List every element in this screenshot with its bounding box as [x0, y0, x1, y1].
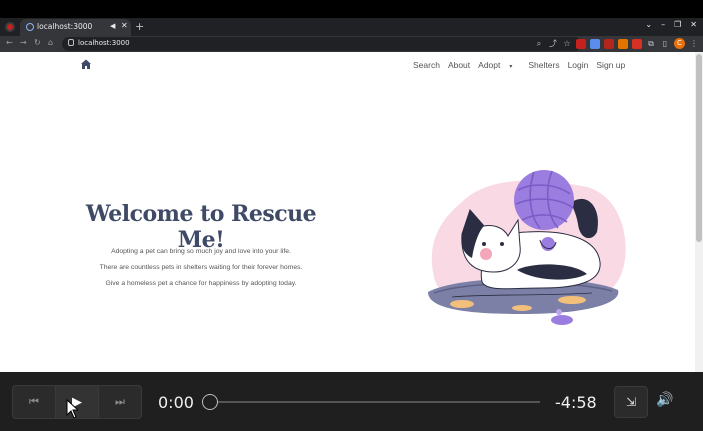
browser-tab-bar: localhost:3000 ◀ ✕ + ⌄ – ❐ ✕ [0, 18, 703, 36]
new-tab-button[interactable]: + [135, 20, 144, 33]
close-window-icon[interactable]: ✕ [690, 20, 697, 29]
site-nav: Search About Adopt ▾ Shelters Login Sign … [413, 60, 633, 70]
globe-icon [26, 23, 34, 31]
hero-line-1: Adopting a pet can bring so much joy and… [111, 248, 291, 255]
forward-icon[interactable]: → [20, 38, 27, 47]
minimize-icon[interactable]: – [661, 20, 665, 29]
browser-toolbar: ← → ↻ ⌂ localhost:3000 ⌕ ⤴ ☆ ⧉ ▯ C ⋮ [0, 36, 703, 52]
address-bar[interactable]: localhost:3000 [62, 37, 582, 51]
skip-back-icon[interactable]: ⏮ [13, 386, 56, 418]
web-page: Search About Adopt ▾ Shelters Login Sign … [0, 52, 703, 372]
reload-icon[interactable]: ↻ [34, 38, 41, 47]
remaining-time: -4:58 [555, 393, 597, 412]
profile-avatar[interactable]: C [674, 38, 685, 49]
nav-dropdown-adopt[interactable]: Adopt ▾ [478, 60, 520, 70]
extension-pocket-icon[interactable] [604, 38, 614, 49]
sidebar-icon[interactable]: ▯ [660, 39, 670, 49]
extension-red-icon[interactable] [576, 38, 586, 49]
seek-handle[interactable] [202, 394, 218, 410]
nav-link-signup[interactable]: Sign up [596, 60, 625, 70]
current-time: 0:00 [158, 393, 194, 412]
cat-with-yarn-illustration [428, 170, 626, 325]
window-controls: ⌄ – ❐ ✕ [645, 20, 697, 29]
extensions-row: ⌕ ⤴ ☆ ⧉ ▯ C ⋮ [534, 38, 699, 49]
skip-forward-icon[interactable]: ⏭ [99, 386, 141, 418]
volume-icon[interactable]: 🔊 [656, 392, 673, 408]
extensions-puzzle-icon[interactable]: ⧉ [646, 39, 656, 49]
zoom-icon[interactable]: ⌕ [534, 39, 544, 49]
seek-bar[interactable] [210, 401, 540, 403]
tab-audio-icon[interactable]: ◀ [110, 22, 115, 30]
picture-in-picture-icon[interactable]: ⇲ [614, 386, 648, 418]
mouse-cursor-icon [66, 399, 78, 419]
hero-line-3: Give a homeless pet a chance for happine… [105, 280, 297, 287]
browser-menu-icon[interactable] [5, 22, 15, 32]
share-icon[interactable]: ⤴ [548, 39, 558, 49]
browser-menu-kebab-icon[interactable]: ⋮ [689, 39, 699, 49]
tab-search-icon[interactable]: ⌄ [645, 20, 652, 29]
back-icon[interactable]: ← [6, 38, 13, 47]
extension-orange-icon[interactable] [618, 38, 628, 49]
nav-link-login[interactable]: Login [568, 60, 589, 70]
nav-link-shelters[interactable]: Shelters [528, 60, 559, 70]
hero-line-2: There are countless pets in shelters wai… [99, 264, 303, 271]
url-text: localhost:3000 [78, 39, 130, 47]
top-black-bar [0, 0, 703, 18]
home-icon[interactable] [80, 58, 92, 70]
nav-link-search[interactable]: Search [413, 60, 440, 70]
tab-close-icon[interactable]: ✕ [121, 21, 128, 30]
page-scrollbar[interactable] [695, 52, 703, 372]
browser-tab[interactable]: localhost:3000 ◀ ✕ [20, 19, 131, 36]
extension-recorder-icon[interactable] [632, 38, 642, 49]
nav-dropdown-adopt-label: Adopt [478, 60, 501, 70]
nav-link-about[interactable]: About [448, 60, 470, 70]
scroll-thumb[interactable] [696, 54, 702, 242]
restore-icon[interactable]: ❐ [674, 20, 681, 29]
home-browser-icon[interactable]: ⌂ [48, 38, 53, 47]
site-info-icon[interactable] [68, 39, 74, 46]
extension-blue-icon[interactable] [590, 38, 600, 49]
hero-title: Welcome to Rescue Me! [85, 201, 317, 253]
caret-down-icon: ▾ [509, 64, 513, 70]
video-player-controls: ⏮ ▶ ⏭ 0:00 -4:58 ⇲ 🔊 [0, 372, 703, 431]
bookmark-star-icon[interactable]: ☆ [562, 39, 572, 49]
tab-title: localhost:3000 [37, 22, 93, 31]
